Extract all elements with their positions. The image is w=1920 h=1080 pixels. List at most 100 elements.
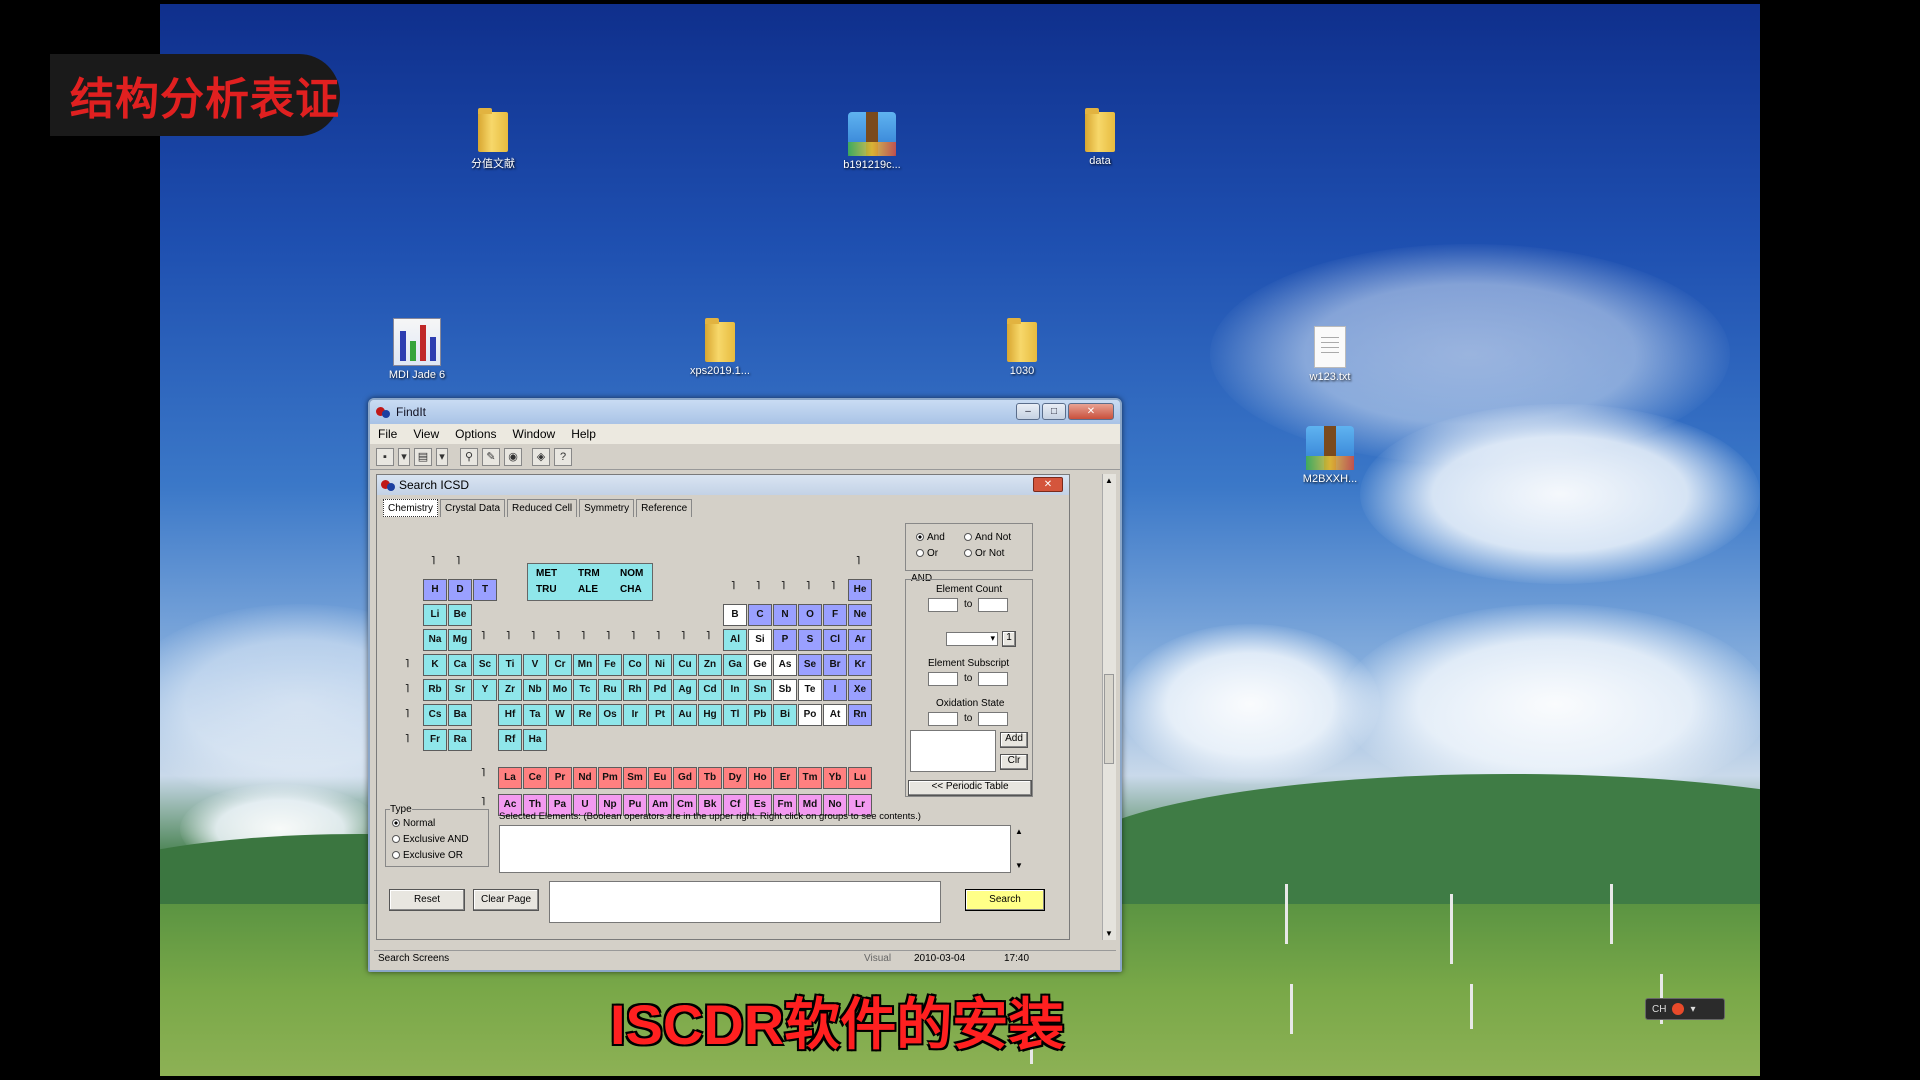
search-button[interactable]: Search: [965, 889, 1045, 911]
element-rn[interactable]: Rn: [848, 704, 872, 726]
type-exclusive-or-radio[interactable]: [392, 851, 400, 860]
element-p[interactable]: P: [773, 629, 797, 651]
tab-chemistry[interactable]: Chemistry: [383, 499, 439, 517]
element-cl[interactable]: Cl: [823, 629, 847, 651]
element-ir[interactable]: Ir: [623, 704, 647, 726]
element-ru[interactable]: Ru: [598, 679, 622, 701]
dropdown-arrow-icon[interactable]: ▾: [436, 447, 448, 466]
element-ta[interactable]: Ta: [523, 704, 547, 726]
element-lu[interactable]: Lu: [848, 767, 872, 789]
group-ale-button[interactable]: ALE: [578, 584, 598, 595]
menu-help[interactable]: Help: [571, 427, 596, 441]
menu-file[interactable]: File: [378, 427, 397, 441]
group-arrow-icon[interactable]: ˥: [731, 580, 735, 592]
and-radio[interactable]: [916, 533, 924, 542]
element-cu[interactable]: Cu: [673, 654, 697, 676]
group-met-button[interactable]: MET: [536, 568, 557, 579]
element-mn[interactable]: Mn: [573, 654, 597, 676]
element-ca[interactable]: Ca: [448, 654, 472, 676]
desktop-icon-folder[interactable]: data: [1045, 108, 1155, 167]
element-pr[interactable]: Pr: [548, 767, 572, 789]
element-re[interactable]: Re: [573, 704, 597, 726]
element-v[interactable]: V: [523, 654, 547, 676]
or-radio[interactable]: [916, 549, 924, 558]
element-ge[interactable]: Ge: [748, 654, 772, 676]
and-not-radio[interactable]: [964, 533, 972, 542]
element-rb[interactable]: Rb: [423, 679, 447, 701]
element-sc[interactable]: Sc: [473, 654, 497, 676]
element-k[interactable]: K: [423, 654, 447, 676]
oxidation-min-input[interactable]: [928, 712, 958, 726]
element-pd[interactable]: Pd: [648, 679, 672, 701]
element-s[interactable]: S: [798, 629, 822, 651]
scroll-down-icon[interactable]: ▼: [1105, 929, 1113, 938]
element-sb[interactable]: Sb: [773, 679, 797, 701]
element-d[interactable]: D: [448, 579, 472, 601]
desktop-icon-folder[interactable]: 分值文献: [438, 108, 548, 171]
search-window-close-button[interactable]: ✕: [1033, 477, 1063, 492]
element-pm[interactable]: Pm: [598, 767, 622, 789]
group-arrow-icon[interactable]: ˥: [405, 733, 409, 745]
edit-icon[interactable]: ✎: [482, 447, 500, 466]
element-sm[interactable]: Sm: [623, 767, 647, 789]
group-arrow-icon[interactable]: ˥: [781, 580, 785, 592]
element-ba[interactable]: Ba: [448, 704, 472, 726]
group-tru-button[interactable]: TRU: [536, 584, 557, 595]
element-fr[interactable]: Fr: [423, 729, 447, 751]
element-tb[interactable]: Tb: [698, 767, 722, 789]
group-arrow-icon[interactable]: ˥: [831, 580, 835, 592]
element-rh[interactable]: Rh: [623, 679, 647, 701]
element-mg[interactable]: Mg: [448, 629, 472, 651]
tab-crystal-data[interactable]: Crystal Data: [440, 499, 506, 517]
group-arrow-icon[interactable]: ˥: [431, 555, 435, 567]
group-arrow-icon[interactable]: ˥: [606, 630, 610, 642]
element-he[interactable]: He: [848, 579, 872, 601]
periodic-table-button[interactable]: << Periodic Table: [908, 780, 1032, 796]
element-yb[interactable]: Yb: [823, 767, 847, 789]
element-list-box[interactable]: [910, 730, 996, 772]
element-hf[interactable]: Hf: [498, 704, 522, 726]
element-co[interactable]: Co: [623, 654, 647, 676]
element-tm[interactable]: Tm: [798, 767, 822, 789]
element-ha[interactable]: Ha: [523, 729, 547, 751]
clear-list-button[interactable]: Clr: [1000, 754, 1028, 770]
element-ni[interactable]: Ni: [648, 654, 672, 676]
scroll-down-icon[interactable]: ▼: [1015, 861, 1023, 870]
element-al[interactable]: Al: [723, 629, 747, 651]
group-arrow-icon[interactable]: ˥: [756, 580, 760, 592]
element-sr[interactable]: Sr: [448, 679, 472, 701]
oxidation-max-input[interactable]: [978, 712, 1008, 726]
element-ho[interactable]: Ho: [748, 767, 772, 789]
element-ti[interactable]: Ti: [498, 654, 522, 676]
search-icon[interactable]: ⚲: [460, 447, 478, 466]
element-count-min-input[interactable]: [928, 598, 958, 612]
element-pb[interactable]: Pb: [748, 704, 772, 726]
element-t[interactable]: T: [473, 579, 497, 601]
element-ag[interactable]: Ag: [673, 679, 697, 701]
element-zr[interactable]: Zr: [498, 679, 522, 701]
element-o[interactable]: O: [798, 604, 822, 626]
element-be[interactable]: Be: [448, 604, 472, 626]
group-arrow-icon[interactable]: ˥: [656, 630, 660, 642]
element-tl[interactable]: Tl: [723, 704, 747, 726]
minimize-button[interactable]: –: [1016, 403, 1040, 420]
type-exclusive-and-radio[interactable]: [392, 835, 400, 844]
maximize-button[interactable]: □: [1042, 403, 1066, 420]
group-nom-button[interactable]: NOM: [620, 568, 643, 579]
scroll-thumb[interactable]: [1104, 674, 1114, 764]
element-w[interactable]: W: [548, 704, 572, 726]
clear-page-button[interactable]: Clear Page: [473, 889, 539, 911]
element-te[interactable]: Te: [798, 679, 822, 701]
element-mo[interactable]: Mo: [548, 679, 572, 701]
element-ce[interactable]: Ce: [523, 767, 547, 789]
element-sn[interactable]: Sn: [748, 679, 772, 701]
vertical-scrollbar[interactable]: ▲ ▼: [1102, 474, 1116, 940]
query-output-box[interactable]: [549, 881, 941, 923]
group-arrow-icon[interactable]: ˥: [456, 555, 460, 567]
element-gd[interactable]: Gd: [673, 767, 697, 789]
group-cha-button[interactable]: CHA: [620, 584, 642, 595]
search-window-titlebar[interactable]: Search ICSD ✕: [377, 475, 1069, 495]
element-kr[interactable]: Kr: [848, 654, 872, 676]
element-ra[interactable]: Ra: [448, 729, 472, 751]
element-po[interactable]: Po: [798, 704, 822, 726]
